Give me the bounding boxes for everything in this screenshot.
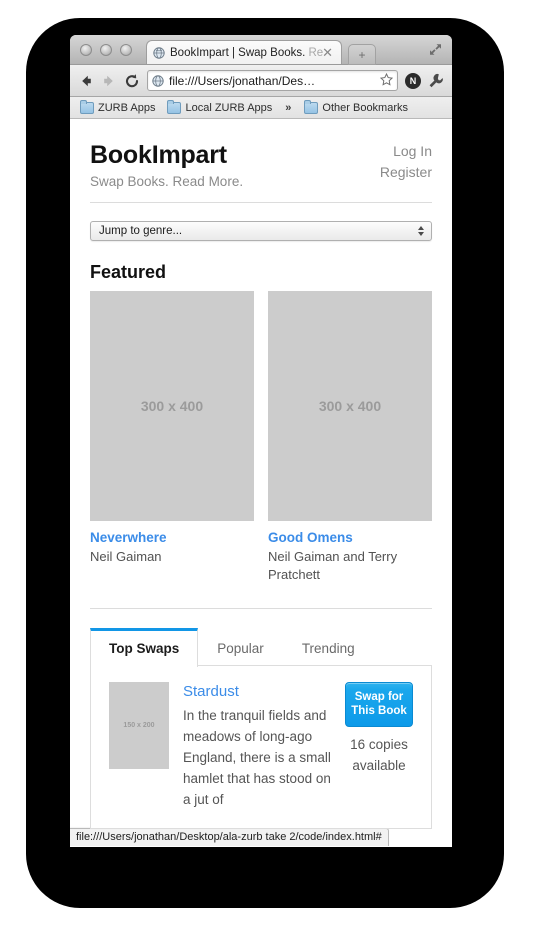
reload-button[interactable] [124, 73, 140, 89]
page-viewport: BookImpart Swap Books. Read More. Log In… [70, 119, 452, 846]
featured-card: 300 x 400 Neverwhere Neil Gaiman [90, 291, 254, 584]
tab-panel-top-swaps: 150 x 200 Stardust In the tranquil field… [90, 665, 432, 829]
featured-book-title[interactable]: Neverwhere [90, 530, 254, 545]
bookmark-label: Local ZURB Apps [185, 101, 273, 114]
swap-thumbnail: 150 x 200 [109, 682, 169, 810]
extension-icon[interactable]: N [405, 72, 421, 89]
header-divider [90, 202, 432, 203]
minimize-window-button[interactable] [100, 44, 112, 56]
globe-icon [153, 46, 165, 59]
login-link[interactable]: Log In [380, 141, 432, 162]
select-stepper-icon [418, 226, 424, 236]
address-bar[interactable]: file:///Users/jonathan/Des… [147, 70, 398, 91]
swap-for-this-book-button[interactable]: Swap for This Book [345, 682, 413, 727]
swap-book-description: In the tranquil fields and meadows of lo… [183, 708, 331, 807]
genre-select-wrapper: Jump to genre... [90, 221, 432, 241]
bookmark-label: Other Bookmarks [322, 101, 409, 114]
featured-card: 300 x 400 Good Omens Neil Gaiman and Ter… [268, 291, 432, 584]
bookmarks-bar: ZURB Apps Local ZURB Apps » Other Bookma… [70, 97, 452, 119]
wrench-icon[interactable] [428, 73, 444, 89]
status-bar: file:///Users/jonathan/Desktop/ala-zurb … [70, 828, 389, 846]
new-tab-button[interactable]: + [348, 44, 376, 65]
bookmark-star-icon[interactable] [379, 72, 394, 89]
forward-button[interactable] [101, 73, 117, 89]
featured-book-author: Neil Gaiman and Terry Pratchett [268, 549, 398, 582]
featured-grid: 300 x 400 Neverwhere Neil Gaiman 300 x 4… [90, 291, 432, 584]
book-cover-placeholder: 300 x 400 [268, 291, 432, 521]
zoom-window-button[interactable] [120, 44, 132, 56]
folder-icon [80, 99, 94, 114]
browser-tabstrip: BookImpart | Swap Books. Re ✕ + [70, 35, 452, 65]
tab-list: Top Swaps Popular Trending [90, 627, 432, 667]
folder-icon [167, 99, 182, 114]
page-title: BookImpart [90, 141, 227, 169]
genre-select[interactable]: Jump to genre... [90, 221, 432, 241]
close-window-button[interactable] [80, 44, 92, 56]
account-links: Log In Register [380, 141, 432, 183]
book-thumb-placeholder: 150 x 200 [109, 682, 169, 769]
featured-book-title[interactable]: Good Omens [268, 530, 432, 545]
swap-details: Stardust In the tranquil fields and mead… [183, 682, 331, 810]
tab-popular[interactable]: Popular [198, 628, 283, 667]
featured-book-author: Neil Gaiman [90, 549, 162, 564]
featured-divider [90, 608, 432, 609]
book-cover-placeholder: 300 x 400 [90, 291, 254, 521]
close-icon[interactable]: ✕ [322, 46, 333, 59]
browser-tab[interactable]: BookImpart | Swap Books. Re ✕ [146, 40, 342, 64]
genre-select-value: Jump to genre... [99, 225, 183, 237]
featured-heading: Featured [90, 262, 167, 282]
window-controls [80, 44, 132, 56]
browser-tab-title: BookImpart | Swap Books. Re [170, 46, 324, 59]
bookmark-label: ZURB Apps [98, 101, 156, 114]
site-tagline: Swap Books. Read More. [90, 174, 244, 189]
bookmark-zurb-apps[interactable]: ZURB Apps [77, 99, 158, 115]
back-button[interactable] [78, 73, 94, 89]
content-tabs: Top Swaps Popular Trending 150 x 200 Sta… [90, 627, 432, 829]
tab-trending[interactable]: Trending [283, 628, 374, 667]
swap-list-item: 150 x 200 Stardust In the tranquil field… [109, 682, 413, 810]
bookmark-other-bookmarks[interactable]: Other Bookmarks [301, 99, 411, 115]
swap-action-column: Swap for This Book 16 copies available [345, 682, 413, 810]
tab-top-swaps[interactable]: Top Swaps [90, 628, 199, 667]
bookmark-local-zurb-apps[interactable]: Local ZURB Apps [164, 99, 275, 115]
page-content: BookImpart Swap Books. Read More. Log In… [70, 119, 452, 829]
overflow-chevron-icon[interactable]: » [281, 102, 295, 114]
globe-icon [152, 74, 164, 87]
address-bar-url: file:///Users/jonathan/Des… [169, 73, 316, 88]
browser-window: BookImpart | Swap Books. Re ✕ + file:///… [70, 35, 452, 847]
brand-block: BookImpart Swap Books. Read More. [90, 141, 243, 189]
swap-book-title[interactable]: Stardust [183, 682, 331, 702]
folder-icon [304, 99, 319, 114]
copies-available-label: 16 copies available [350, 737, 408, 773]
site-header: BookImpart Swap Books. Read More. Log In… [90, 141, 432, 189]
browser-toolbar: file:///Users/jonathan/Des… N [70, 65, 452, 97]
fullscreen-arrows-icon[interactable] [428, 42, 443, 57]
register-link[interactable]: Register [380, 162, 432, 183]
screenshot-stage: BookImpart | Swap Books. Re ✕ + file:///… [0, 0, 540, 929]
